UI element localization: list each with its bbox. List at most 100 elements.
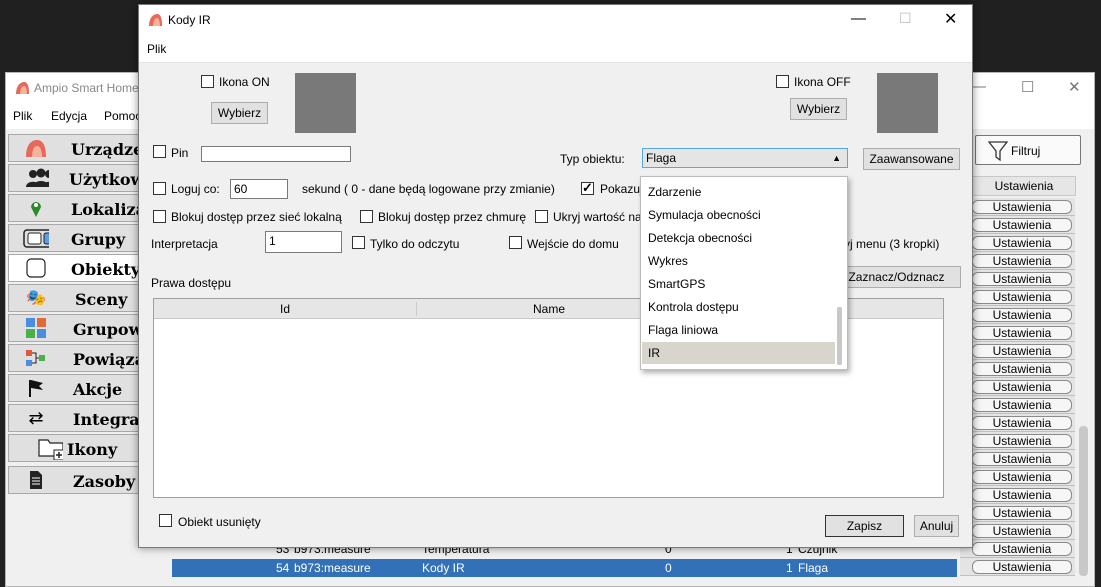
dropdown-option[interactable]: Symulacja obecności bbox=[642, 204, 835, 226]
settings-button[interactable]: Ustawienia bbox=[972, 560, 1072, 574]
interpretation-label: Interpretacja bbox=[151, 237, 218, 251]
nav-label: Akcje bbox=[73, 380, 123, 399]
home-entry-checkbox[interactable] bbox=[509, 236, 522, 249]
settings-row: Ustawienia bbox=[960, 342, 1075, 360]
dropdown-option[interactable]: SmartGPS bbox=[642, 273, 835, 295]
settings-row: Ustawienia bbox=[960, 360, 1075, 378]
pin-input[interactable] bbox=[201, 146, 351, 162]
hide-value-checkbox[interactable] bbox=[535, 210, 548, 223]
ampio-logo-icon bbox=[149, 14, 162, 26]
readonly-label: Tylko do odczytu bbox=[370, 237, 460, 251]
log-interval-input[interactable]: 60 bbox=[230, 179, 288, 199]
settings-row: Ustawienia bbox=[960, 468, 1075, 486]
minimize-icon[interactable]: — bbox=[971, 78, 986, 95]
block-cloud-checkbox[interactable] bbox=[360, 210, 373, 223]
menu-pomoc[interactable]: Pomoc bbox=[104, 109, 141, 123]
table-row-selected[interactable]: 54 b973:measure Kody IR 0 1 Flaga bbox=[172, 559, 957, 577]
log-label: Loguj co: bbox=[171, 182, 220, 196]
settings-button[interactable]: Ustawienia bbox=[972, 326, 1072, 340]
settings-button[interactable]: Ustawienia bbox=[972, 362, 1072, 376]
deleted-object-checkbox[interactable] bbox=[159, 514, 172, 527]
block-local-checkbox[interactable] bbox=[153, 210, 166, 223]
show-checkbox[interactable] bbox=[581, 180, 594, 196]
dialog-menu-bar: Plik bbox=[139, 35, 972, 63]
dialog-title-bar: Kody IR — ☐ ✕ bbox=[139, 5, 972, 35]
dropdown-option[interactable]: Flaga liniowa bbox=[642, 319, 835, 341]
maximize-icon[interactable]: ☐ bbox=[899, 10, 912, 27]
row-b: 1 bbox=[786, 561, 793, 575]
dropdown-option[interactable]: IR bbox=[642, 342, 835, 364]
maximize-icon[interactable]: ☐ bbox=[1021, 78, 1034, 96]
nav-label: Sceny bbox=[75, 290, 128, 309]
interpretation-input[interactable]: 1 bbox=[265, 231, 342, 253]
object-type-select[interactable]: Flaga ▲ bbox=[642, 148, 848, 168]
settings-button[interactable]: Ustawienia bbox=[972, 254, 1072, 268]
settings-button[interactable]: Ustawienia bbox=[972, 524, 1072, 538]
close-icon[interactable]: ✕ bbox=[944, 9, 957, 29]
arrows-icon: ⇄ bbox=[28, 407, 44, 428]
menu-plik[interactable]: Plik bbox=[13, 109, 32, 123]
settings-column-header[interactable]: Ustawienia bbox=[972, 176, 1076, 196]
object-type-value: Flaga bbox=[646, 151, 677, 165]
icon-on-label: Ikona ON bbox=[219, 75, 270, 89]
column-header-name[interactable]: Name bbox=[533, 302, 565, 316]
pin-checkbox[interactable] bbox=[153, 145, 166, 158]
icon-off-preview bbox=[877, 73, 938, 133]
object-icon bbox=[23, 258, 49, 278]
readonly-checkbox[interactable] bbox=[352, 236, 365, 249]
settings-button[interactable]: Ustawienia bbox=[972, 344, 1072, 358]
settings-button[interactable]: Ustawienia bbox=[972, 308, 1072, 322]
toggle-all-button[interactable]: Zaznacz/Odznacz bbox=[832, 266, 961, 288]
block-local-label: Blokuj dostęp przez sieć lokalną bbox=[171, 210, 342, 224]
column-header-id[interactable]: Id bbox=[280, 302, 290, 316]
settings-button[interactable]: Ustawienia bbox=[972, 236, 1072, 250]
settings-button[interactable]: Ustawienia bbox=[972, 488, 1072, 502]
settings-row: Ustawienia bbox=[960, 558, 1075, 576]
advanced-button[interactable]: Zaawansowane bbox=[863, 148, 960, 170]
scroll-thumb[interactable] bbox=[1079, 426, 1088, 576]
dropdown-option[interactable]: Detekcja obecności bbox=[642, 227, 835, 249]
menu-plik[interactable]: Plik bbox=[147, 42, 166, 56]
object-type-dropdown: Zdarzenie Symulacja obecności Detekcja obe… bbox=[640, 176, 848, 370]
settings-row: Ustawienia bbox=[960, 396, 1075, 414]
settings-row: Ustawienia bbox=[960, 486, 1075, 504]
settings-button[interactable]: Ustawienia bbox=[972, 506, 1072, 520]
close-icon[interactable]: ✕ bbox=[1068, 78, 1081, 96]
choose-icon-off-button[interactable]: Wybierz bbox=[790, 98, 847, 120]
settings-button[interactable]: Ustawienia bbox=[972, 398, 1072, 412]
settings-button[interactable]: Ustawienia bbox=[972, 200, 1072, 214]
settings-row: Ustawienia bbox=[960, 234, 1075, 252]
settings-column: Filtruj Ustawienia Ustawienia Ustawienia U… bbox=[960, 128, 1093, 583]
dropdown-option[interactable]: Zdarzenie bbox=[642, 181, 835, 203]
settings-button[interactable]: Ustawienia bbox=[972, 272, 1072, 286]
icon-on-checkbox[interactable] bbox=[201, 75, 214, 88]
dropdown-scrollbar[interactable] bbox=[837, 307, 842, 365]
settings-row: Ustawienia bbox=[960, 522, 1075, 540]
minimize-icon[interactable]: — bbox=[851, 10, 866, 27]
main-scrollbar[interactable] bbox=[1077, 178, 1090, 578]
icon-off-label: Ikona OFF bbox=[794, 75, 851, 89]
menu-edycja[interactable]: Edycja bbox=[51, 109, 87, 123]
home-entry-label: Wejście do domu bbox=[527, 237, 619, 251]
settings-button[interactable]: Ustawienia bbox=[972, 434, 1072, 448]
settings-button[interactable]: Ustawienia bbox=[972, 542, 1072, 556]
settings-button[interactable]: Ustawienia bbox=[972, 218, 1072, 232]
log-checkbox[interactable] bbox=[153, 182, 166, 195]
settings-row: Ustawienia bbox=[960, 270, 1075, 288]
settings-button[interactable]: Ustawienia bbox=[972, 290, 1072, 304]
log-hint: sekund ( 0 - dane będą logowane przy zmi… bbox=[302, 182, 555, 196]
settings-row: Ustawienia bbox=[960, 216, 1075, 234]
filter-button[interactable]: Filtruj bbox=[975, 135, 1081, 165]
settings-button[interactable]: Ustawienia bbox=[972, 380, 1072, 394]
cancel-button[interactable]: Anuluj bbox=[914, 515, 959, 537]
settings-button[interactable]: Ustawienia bbox=[972, 416, 1072, 430]
dropdown-option[interactable]: Kontrola dostępu bbox=[642, 296, 835, 318]
row-cat: Flaga bbox=[798, 561, 829, 575]
choose-icon-on-button[interactable]: Wybierz bbox=[211, 102, 268, 124]
settings-button[interactable]: Ustawienia bbox=[972, 470, 1072, 484]
save-button[interactable]: Zapisz bbox=[825, 515, 904, 537]
icon-off-checkbox[interactable] bbox=[776, 75, 789, 88]
settings-button[interactable]: Ustawienia bbox=[972, 452, 1072, 466]
dropdown-option[interactable]: Wykres bbox=[642, 250, 835, 272]
dialog-title: Kody IR bbox=[168, 13, 211, 27]
